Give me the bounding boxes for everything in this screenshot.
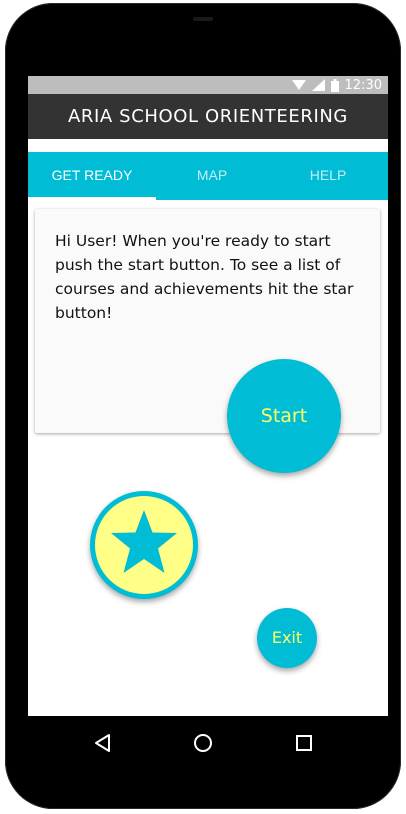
nav-bar: [5, 716, 401, 776]
screen: 12:30 ARIA SCHOOL ORIENTEERING GET READY…: [28, 76, 388, 716]
start-button-label: Start: [260, 405, 308, 427]
app-title: ARIA SCHOOL ORIENTEERING: [68, 106, 348, 127]
status-bar: 12:30: [28, 76, 388, 94]
app-bar: ARIA SCHOOL ORIENTEERING: [28, 94, 388, 139]
exit-button[interactable]: Exit: [257, 608, 317, 668]
phone-frame: 12:30 ARIA SCHOOL ORIENTEERING GET READY…: [5, 3, 401, 809]
tab-map[interactable]: MAP: [152, 152, 272, 200]
battery-icon: [330, 78, 339, 92]
signal-icon: [311, 79, 325, 91]
exit-button-label: Exit: [271, 628, 303, 647]
status-time: 12:30: [344, 77, 382, 93]
speaker-grille: [193, 17, 213, 21]
start-button[interactable]: Start: [227, 359, 341, 473]
tab-bar: GET READY MAP HELP: [28, 152, 388, 200]
star-button[interactable]: [90, 491, 198, 599]
tab-get-ready[interactable]: GET READY: [32, 152, 152, 200]
wifi-icon: [291, 79, 306, 91]
back-icon[interactable]: [93, 732, 113, 758]
home-icon[interactable]: [192, 732, 214, 758]
tab-indicator: [28, 197, 156, 200]
star-button-face: [95, 496, 193, 594]
instructions-text: Hi User! When you're ready to start push…: [55, 232, 354, 322]
star-icon: [111, 510, 177, 573]
tab-help[interactable]: HELP: [268, 152, 388, 200]
recents-icon[interactable]: [294, 732, 314, 758]
